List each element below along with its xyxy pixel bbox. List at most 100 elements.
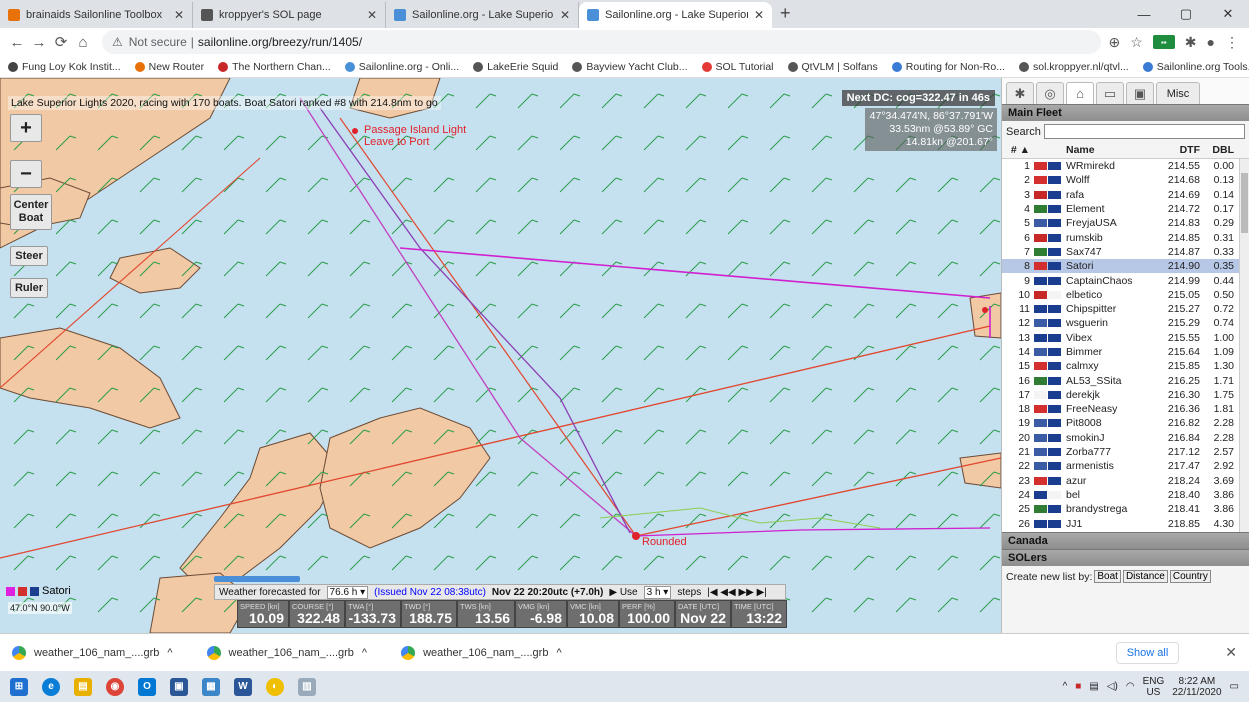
panel-tab-0[interactable]: ✱ — [1006, 82, 1034, 104]
edge-icon[interactable]: e — [42, 677, 60, 696]
fleet-scrollbar[interactable] — [1239, 159, 1249, 532]
zoom-icon[interactable]: ⊕ — [1109, 34, 1121, 51]
network-icon[interactable]: ▤ — [1089, 681, 1098, 692]
browser-tab[interactable]: brainaids Sailonline Toolbox ✕ — [0, 2, 193, 28]
download-item[interactable]: weather_106_nam_....grb ^ — [12, 645, 173, 660]
zoom-in-button[interactable]: + — [10, 114, 42, 142]
col-dtf[interactable]: DTF — [1152, 144, 1200, 156]
panel-tab-5[interactable]: Misc — [1156, 82, 1200, 104]
table-row[interactable]: 25 brandystrega 218.41 3.86 — [1002, 502, 1249, 516]
close-tab-icon[interactable]: ✕ — [367, 8, 377, 22]
app-icon[interactable]: ▥ — [298, 677, 316, 696]
puzzle-icon[interactable]: ✱ — [1185, 34, 1197, 51]
col-name[interactable]: Name — [1064, 144, 1152, 156]
bookmark-item[interactable]: QtVLM | Solfans — [787, 61, 878, 73]
url-input[interactable]: ⚠ Not secure | sailonline.org/breezy/run… — [102, 30, 1101, 54]
table-row[interactable]: 14 Bimmer 215.64 1.09 — [1002, 345, 1249, 359]
col-dbl[interactable]: DBL — [1200, 144, 1234, 156]
bookmark-item[interactable]: Routing for Non-Ro... — [891, 61, 1005, 73]
table-row[interactable]: 20 smokinJ 216.84 2.28 — [1002, 431, 1249, 445]
step-controls[interactable]: |◀ ◀◀ ▶▶ ▶| — [707, 587, 767, 598]
forecast-select[interactable]: 76.6 h ▾ — [326, 585, 369, 599]
steer-button[interactable]: Steer — [10, 246, 48, 266]
menu-icon[interactable]: ⋮ — [1225, 34, 1239, 51]
zoom-out-button[interactable]: − — [10, 160, 42, 188]
bookmark-item[interactable]: Bayview Yacht Club... — [572, 61, 688, 73]
browser-tab[interactable]: kroppyer's SOL page ✕ — [193, 2, 386, 28]
bookmark-item[interactable]: sol.kroppyer.nl/qtvl... — [1018, 61, 1129, 73]
outlook-icon[interactable]: O — [138, 677, 156, 696]
language-indicator[interactable]: ENG US — [1143, 676, 1165, 698]
chevron-up-icon[interactable]: ^ — [1063, 681, 1068, 692]
col-rank[interactable]: # ▲ — [1002, 144, 1034, 156]
minimize-icon[interactable]: — — [1123, 0, 1165, 28]
table-row[interactable]: 3 rafa 214.69 0.14 — [1002, 188, 1249, 202]
table-row[interactable]: 10 elbetico 215.05 0.50 — [1002, 288, 1249, 302]
table-row[interactable]: 2 Wolff 214.68 0.13 — [1002, 173, 1249, 187]
solers-header[interactable]: SOLers — [1002, 549, 1249, 566]
windows-start-icon[interactable]: ⊞ — [10, 677, 28, 696]
time-slider[interactable] — [214, 576, 300, 582]
create-by-distance-button[interactable]: Distance — [1122, 570, 1168, 583]
new-tab-button[interactable]: + — [780, 3, 791, 24]
table-row[interactable]: 17 derekjk 216.30 1.75 — [1002, 388, 1249, 402]
star-icon[interactable]: ☆ — [1130, 34, 1143, 51]
table-row[interactable]: 12 wsguerin 215.29 0.74 — [1002, 316, 1249, 330]
browser-tab[interactable]: Sailonline.org - Lake Superior Lig✕ — [579, 2, 772, 28]
create-by-country-button[interactable]: Country — [1169, 570, 1211, 583]
table-row[interactable]: 7 Sax747 214.87 0.33 — [1002, 245, 1249, 259]
app-icon[interactable]: ▦ — [202, 677, 220, 696]
table-row[interactable]: 8 Satori 214.90 0.35 — [1002, 259, 1249, 274]
table-row[interactable]: 15 calmxy 215.85 1.30 — [1002, 359, 1249, 373]
show-all-button[interactable]: Show all — [1115, 641, 1180, 664]
word-icon[interactable]: W — [234, 677, 252, 696]
create-by-boat-button[interactable]: Boat — [1094, 570, 1121, 583]
app-icon[interactable]: ▣ — [170, 677, 188, 696]
table-row[interactable]: 11 Chipspitter 215.27 0.72 — [1002, 302, 1249, 316]
table-row[interactable]: 18 FreeNeasy 216.36 1.81 — [1002, 402, 1249, 416]
map-canvas[interactable] — [0, 78, 1001, 633]
boat-chip[interactable]: Satori — [6, 585, 71, 597]
bookmark-item[interactable]: The Northern Chan... — [218, 61, 331, 73]
step-select[interactable]: 3 h ▾ — [643, 585, 672, 599]
close-icon[interactable]: ✕ — [1225, 644, 1237, 661]
bookmark-item[interactable]: LakeErie Squid — [473, 61, 558, 73]
close-tab-icon[interactable]: ✕ — [754, 8, 764, 22]
ruler-button[interactable]: Ruler — [10, 278, 48, 298]
table-row[interactable]: 21 Zorba777 217.12 2.57 — [1002, 445, 1249, 459]
bookmark-item[interactable]: Sailonline.org Tools... — [1142, 61, 1249, 73]
table-row[interactable]: 22 armenistis 217.47 2.92 — [1002, 459, 1249, 473]
tray-app-icon[interactable]: ■ — [1075, 681, 1081, 692]
profile-icon[interactable]: ● — [1207, 34, 1215, 50]
table-row[interactable]: 5 FreyjaUSA 214.83 0.29 — [1002, 216, 1249, 230]
panel-tab-4[interactable]: ▣ — [1126, 82, 1154, 104]
back-icon[interactable]: ← — [6, 34, 28, 51]
close-tab-icon[interactable]: ✕ — [174, 8, 184, 22]
maximize-icon[interactable]: ▢ — [1165, 0, 1207, 28]
close-window-icon[interactable]: ✕ — [1207, 0, 1249, 28]
download-item[interactable]: weather_106_nam_....grb ^ — [206, 645, 367, 660]
file-explorer-icon[interactable]: ▤ — [74, 677, 92, 696]
panel-tab-1[interactable]: ◎ — [1036, 82, 1064, 104]
center-boat-button[interactable]: Center Boat — [10, 194, 52, 230]
table-row[interactable]: 13 Vibex 215.55 1.00 — [1002, 331, 1249, 345]
bookmark-item[interactable]: SOL Tutorial — [701, 61, 774, 73]
clock[interactable]: 8:22 AM 22/11/2020 — [1172, 676, 1221, 698]
extension-icon[interactable]: ▪▪ — [1152, 35, 1175, 49]
download-item[interactable]: weather_106_nam_....grb ^ — [401, 645, 562, 660]
app-icon[interactable]: ◐ — [266, 677, 284, 696]
table-row[interactable]: 6 rumskib 214.85 0.31 — [1002, 230, 1249, 244]
table-row[interactable]: 24 bel 218.40 3.86 — [1002, 488, 1249, 502]
table-row[interactable]: 19 Pit8008 216.82 2.28 — [1002, 416, 1249, 430]
volume-icon[interactable]: ◁) — [1107, 681, 1118, 692]
wifi-icon[interactable]: ◠ — [1126, 681, 1135, 692]
home-icon[interactable]: ⌂ — [72, 34, 94, 51]
table-row[interactable]: 1 WRmirekd 214.55 0.00 — [1002, 159, 1249, 173]
forward-icon[interactable]: → — [28, 34, 50, 51]
bookmark-item[interactable]: Fung Loy Kok Instit... — [8, 61, 121, 73]
table-row[interactable]: 16 AL53_SSita 216.25 1.71 — [1002, 373, 1249, 387]
chevron-up-icon[interactable]: ^ — [362, 647, 367, 659]
reload-icon[interactable]: ⟳ — [50, 33, 72, 51]
canada-header[interactable]: Canada — [1002, 532, 1249, 549]
close-tab-icon[interactable]: ✕ — [560, 8, 570, 22]
